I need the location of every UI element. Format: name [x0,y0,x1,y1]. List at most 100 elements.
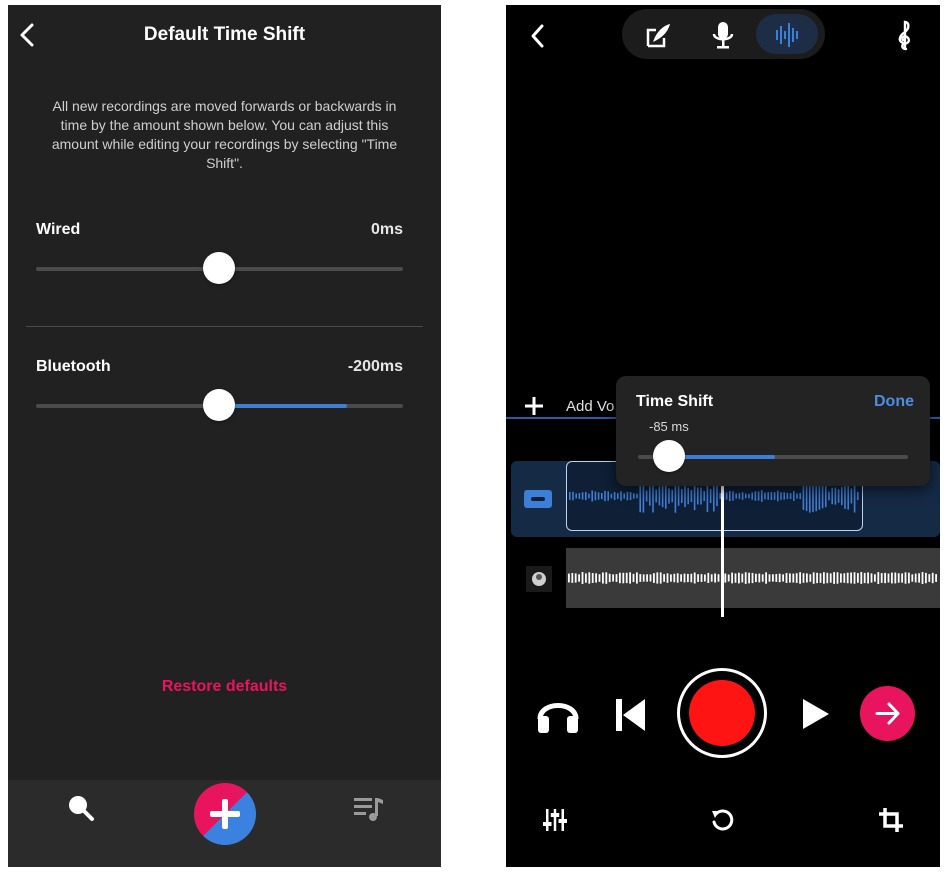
undo-icon[interactable] [710,808,734,837]
playlist-music-icon[interactable] [352,795,386,828]
waveform-bar [843,573,846,583]
waveform-bar [778,573,781,583]
crop-icon[interactable] [878,807,904,838]
back-button[interactable] [528,22,548,55]
waveform-bar [841,486,843,506]
waveform-bar [925,572,927,584]
waveform-bar [738,572,740,584]
quill-icon[interactable] [644,21,672,54]
waveform-bar [884,572,886,584]
waveform-bar [789,493,792,499]
headphones-icon[interactable] [535,693,581,740]
waveform-bar [847,482,849,510]
playhead[interactable] [721,475,724,617]
add-track-label[interactable]: Add Vo [566,398,614,415]
wired-slider-thumb[interactable] [203,252,235,284]
waveform-bar [931,572,934,584]
plus-icon [525,397,543,415]
waveform-bar [684,484,686,508]
waveform-bar [850,572,852,584]
waveform-bar [891,572,893,584]
waveform-bar [796,493,798,499]
waveform-bar [850,488,853,504]
waveform-bar [642,574,645,582]
waveform-bar [595,573,597,583]
waveform-bar [764,492,766,500]
waveform-bar [658,486,661,506]
waveform-bar [802,482,805,510]
waveform-bar [666,573,669,583]
bluetooth-value: -200ms [347,358,403,375]
waveform-bar [626,491,629,501]
add-button[interactable] [194,783,256,845]
waveform-bar [602,572,604,584]
waveform-bar [649,574,652,582]
waveform-bar [729,491,731,502]
music-track[interactable] [566,548,940,608]
waveform-bar [773,492,776,500]
waveform-bar [748,572,750,584]
waveform-bar [604,490,606,502]
waveform-bar [818,482,821,510]
waveform-bar [914,573,917,583]
waveform-bar [612,574,614,582]
waveform-bar [782,574,784,582]
waveform-bar [833,572,835,584]
waveform-bar [911,574,914,582]
next-button[interactable] [860,686,915,741]
waveform-bar [716,485,718,507]
play-icon[interactable] [801,697,831,736]
treble-clef-icon[interactable] [894,19,916,56]
waveform-bar [633,493,635,499]
waveform-bar [645,490,648,502]
waveform-bar [656,572,659,584]
waveform-icon [774,21,802,54]
chevron-left-icon [531,24,544,48]
waveform-bar [724,573,727,583]
waveform-bar [620,491,622,501]
waveform-bar [751,572,754,584]
waveform-bar [597,492,600,500]
waveform-bar [687,487,689,505]
waveform-bar [683,573,686,583]
skip-back-icon[interactable] [614,697,648,738]
search-icon[interactable] [66,793,96,828]
restore-defaults-button[interactable]: Restore defaults [8,678,441,696]
waveform-bar [821,483,824,509]
waveform-bar [785,573,788,583]
waveform-bar [741,492,744,500]
done-button[interactable]: Done [874,393,914,411]
waveform-bar [867,572,869,584]
waveform-bar [777,490,779,502]
popup-title: Time Shift [636,393,714,410]
waveform-bar [639,574,642,582]
page-title: Default Time Shift [143,24,306,45]
waveform-bar [572,491,574,501]
waveform-bar [809,574,812,582]
waveform-bar [918,573,920,583]
waveform-bar [741,573,744,583]
mixer-sliders-icon[interactable] [543,807,567,838]
waveform-bar [793,491,795,501]
waveform-bar [887,573,890,583]
waveform-bar [874,574,876,582]
microphone-icon[interactable] [711,20,735,55]
waveform-bar [751,492,753,500]
waveform-bar [816,572,818,584]
waveform-bar [894,572,897,584]
time-shift-slider-thumb[interactable] [653,440,685,472]
cassette-icon [524,490,552,513]
waveform-bar [744,572,747,584]
waveform-bar [783,492,785,500]
waveform-bar [610,493,613,499]
add-track-button[interactable] [524,396,544,421]
waveform-bar [690,573,693,583]
waveform-bar [935,574,937,582]
waveform-bar [799,492,801,500]
waveform-bar [681,489,683,503]
waveform-bar [714,573,716,583]
bluetooth-slider-thumb[interactable] [203,389,235,421]
record-button[interactable] [677,668,767,758]
waveform-bar [700,574,703,582]
waveform-bar [607,491,609,501]
